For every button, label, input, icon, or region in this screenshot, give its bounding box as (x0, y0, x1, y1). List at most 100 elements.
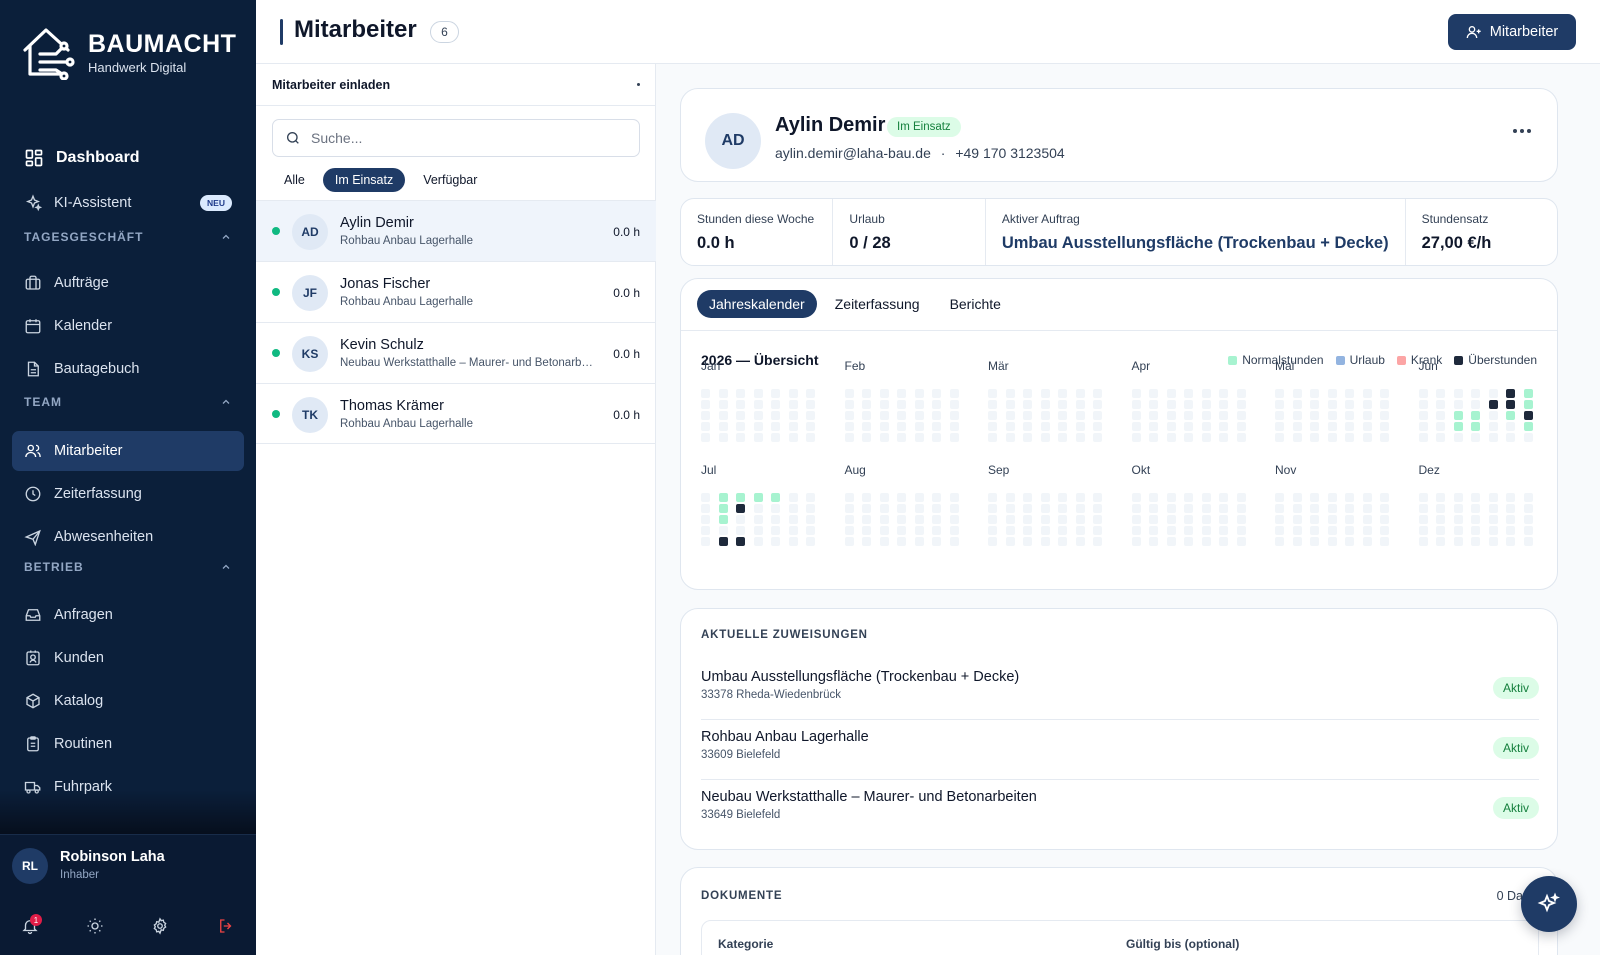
day-cell[interactable] (1418, 422, 1428, 431)
day-cell[interactable] (1040, 433, 1050, 442)
day-cell[interactable] (701, 389, 710, 398)
day-cell[interactable] (1131, 400, 1141, 409)
day-cell[interactable] (1418, 515, 1428, 524)
day-cell[interactable] (879, 537, 889, 546)
day-cell[interactable] (1023, 433, 1032, 442)
day-cell[interactable] (1075, 526, 1085, 535)
day-cell[interactable] (1523, 400, 1533, 409)
day-cell[interactable] (914, 422, 924, 431)
day-cell[interactable] (844, 400, 854, 409)
day-cell[interactable] (1292, 433, 1302, 442)
day-cell[interactable] (844, 389, 854, 398)
employee-row[interactable]: JF Jonas Fischer Rohbau Anbau Lagerhalle… (256, 261, 656, 322)
day-cell[interactable] (1471, 537, 1480, 546)
day-cell[interactable] (736, 400, 745, 409)
day-cell[interactable] (701, 504, 710, 513)
day-cell[interactable] (897, 411, 906, 420)
day-cell[interactable] (1275, 537, 1284, 546)
day-cell[interactable] (949, 433, 959, 442)
day-cell[interactable] (1506, 422, 1515, 431)
day-cell[interactable] (1471, 504, 1480, 513)
day-cell[interactable] (862, 515, 871, 524)
day-cell[interactable] (1506, 400, 1515, 409)
day-cell[interactable] (1093, 537, 1102, 546)
day-cell[interactable] (1292, 504, 1302, 513)
day-cell[interactable] (1058, 411, 1067, 420)
day-cell[interactable] (1166, 433, 1176, 442)
day-cell[interactable] (1362, 411, 1372, 420)
day-cell[interactable] (1275, 504, 1284, 513)
day-cell[interactable] (897, 400, 906, 409)
day-cell[interactable] (1149, 400, 1158, 409)
day-cell[interactable] (1418, 537, 1428, 546)
day-cell[interactable] (1436, 389, 1445, 398)
day-cell[interactable] (1093, 400, 1102, 409)
day-cell[interactable] (1523, 422, 1533, 431)
day-cell[interactable] (771, 515, 780, 524)
day-cell[interactable] (1506, 493, 1515, 502)
day-cell[interactable] (806, 433, 815, 442)
day-cell[interactable] (862, 400, 871, 409)
day-cell[interactable] (1436, 493, 1445, 502)
day-cell[interactable] (1380, 526, 1389, 535)
sidebar-item-anfragen[interactable]: Anfragen (12, 595, 244, 635)
day-cell[interactable] (949, 389, 959, 398)
day-cell[interactable] (1453, 515, 1463, 524)
day-cell[interactable] (1166, 537, 1176, 546)
day-cell[interactable] (1345, 411, 1354, 420)
day-cell[interactable] (1184, 389, 1193, 398)
day-cell[interactable] (1236, 493, 1246, 502)
day-cell[interactable] (1327, 515, 1337, 524)
day-cell[interactable] (1506, 504, 1515, 513)
day-cell[interactable] (844, 493, 854, 502)
day-cell[interactable] (1453, 493, 1463, 502)
day-cell[interactable] (736, 422, 745, 431)
day-cell[interactable] (718, 422, 728, 431)
day-cell[interactable] (736, 526, 745, 535)
day-cell[interactable] (1184, 493, 1193, 502)
day-cell[interactable] (862, 411, 871, 420)
active-order-link[interactable]: Umbau Ausstellungsfläche (Trockenbau + D… (1002, 234, 1389, 253)
day-cell[interactable] (1040, 400, 1050, 409)
day-cell[interactable] (1005, 411, 1015, 420)
day-cell[interactable] (1201, 537, 1211, 546)
day-cell[interactable] (736, 537, 745, 546)
day-cell[interactable] (862, 526, 871, 535)
day-cell[interactable] (1292, 411, 1302, 420)
day-cell[interactable] (1506, 411, 1515, 420)
day-cell[interactable] (788, 493, 798, 502)
day-cell[interactable] (1471, 389, 1480, 398)
day-cell[interactable] (1131, 504, 1141, 513)
day-cell[interactable] (1506, 515, 1515, 524)
day-cell[interactable] (1380, 400, 1389, 409)
day-cell[interactable] (771, 400, 780, 409)
day-cell[interactable] (1418, 389, 1428, 398)
day-cell[interactable] (1488, 504, 1498, 513)
day-cell[interactable] (988, 493, 997, 502)
day-cell[interactable] (806, 526, 815, 535)
day-cell[interactable] (932, 411, 941, 420)
day-cell[interactable] (1453, 504, 1463, 513)
day-cell[interactable] (1292, 515, 1302, 524)
day-cell[interactable] (1523, 504, 1533, 513)
day-cell[interactable] (1149, 433, 1158, 442)
day-cell[interactable] (1058, 493, 1067, 502)
day-cell[interactable] (1201, 515, 1211, 524)
day-cell[interactable] (1131, 433, 1141, 442)
day-cell[interactable] (988, 515, 997, 524)
day-cell[interactable] (949, 400, 959, 409)
day-cell[interactable] (1219, 537, 1228, 546)
day-cell[interactable] (1131, 537, 1141, 546)
day-cell[interactable] (1236, 504, 1246, 513)
day-cell[interactable] (1149, 493, 1158, 502)
day-cell[interactable] (932, 400, 941, 409)
day-cell[interactable] (1075, 422, 1085, 431)
day-cell[interactable] (1201, 400, 1211, 409)
day-cell[interactable] (1236, 389, 1246, 398)
day-cell[interactable] (753, 537, 763, 546)
tab-jahreskalender[interactable]: Jahreskalender (697, 290, 817, 318)
day-cell[interactable] (1362, 400, 1372, 409)
day-cell[interactable] (988, 537, 997, 546)
day-cell[interactable] (879, 526, 889, 535)
section-betrieb[interactable]: BETRIEB (24, 560, 232, 574)
